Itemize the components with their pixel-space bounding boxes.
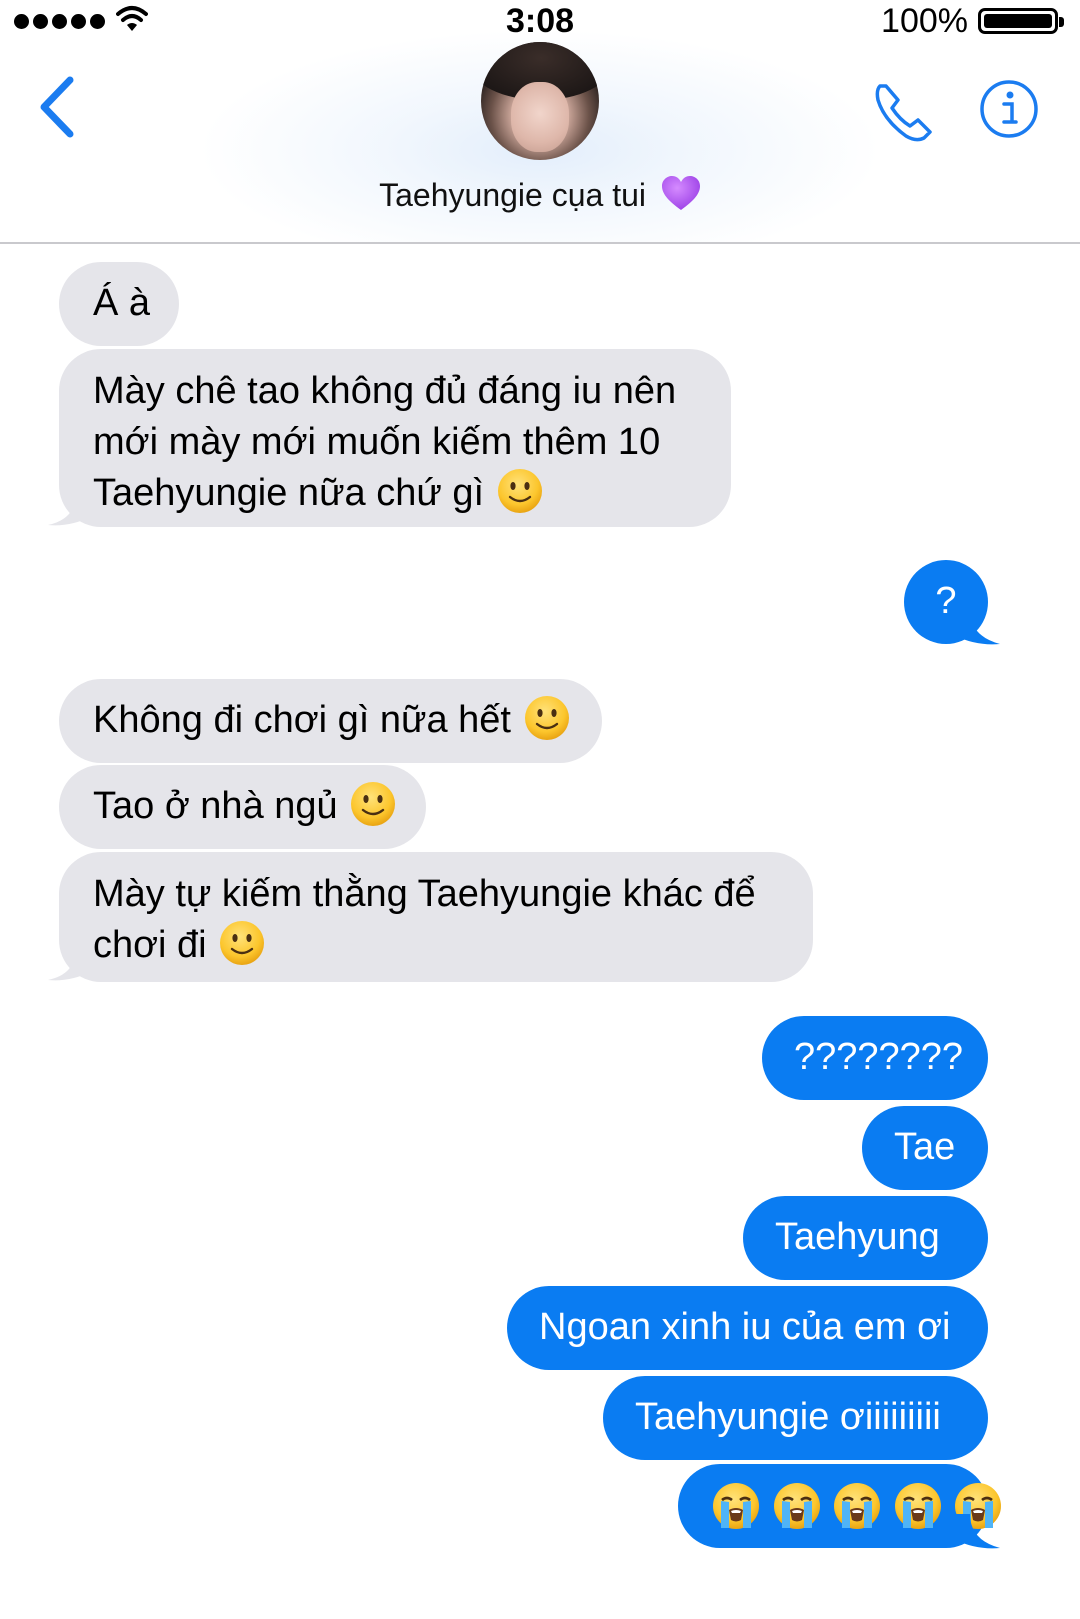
message-text: ????????: [794, 1036, 964, 1078]
message-outgoing[interactable]: Ngoan xinh iu của em ơi: [507, 1286, 988, 1370]
loudly-crying-face-icon: [894, 1483, 941, 1529]
slightly-smiling-face-icon: [497, 469, 542, 513]
message-text: Taehyungie ơiiiiiiiii: [635, 1396, 941, 1438]
message-outgoing[interactable]: Taehyung: [743, 1196, 988, 1280]
message-outgoing[interactable]: [678, 1464, 1002, 1548]
message-text: Tao ở nhà ngủ: [93, 785, 338, 827]
battery-percentage: 100%: [881, 2, 968, 40]
slightly-smiling-face-icon: [351, 782, 396, 826]
purple-heart-icon: [661, 176, 700, 210]
message-text: Không đi chơi gì nữa hết: [93, 699, 511, 741]
loudly-crying-face-icon: [834, 1483, 881, 1529]
loudly-crying-face-icon: [713, 1483, 759, 1529]
message-text: ?: [935, 580, 957, 622]
slightly-smiling-face-icon: [524, 696, 569, 740]
bubble-tail: [48, 948, 90, 981]
message-incoming[interactable]: Á à: [59, 262, 179, 346]
loudly-crying-face-icon: [773, 1483, 820, 1529]
chevron-left-icon[interactable]: [34, 72, 84, 142]
message-text: Taehyung: [775, 1216, 940, 1258]
status-bar: 3:08 100%: [0, 0, 1080, 44]
message-text: Ngoan xinh iu của em ơi: [539, 1306, 951, 1348]
contact-name-label: Taehyungie cụa tui: [379, 177, 646, 213]
message-text: Á à: [93, 282, 151, 324]
phone-icon[interactable]: [872, 80, 936, 144]
message-incoming[interactable]: Tao ở nhà ngủ: [59, 765, 426, 849]
header-divider: [0, 242, 1080, 244]
message-text: Tae: [894, 1126, 956, 1168]
battery-icon: [978, 8, 1064, 34]
contact-avatar[interactable]: [481, 42, 599, 160]
message-text: Mày chê tao không đủ đáng iu nên mới mày…: [93, 370, 677, 514]
info-icon[interactable]: [978, 78, 1040, 140]
message-outgoing[interactable]: ????????: [762, 1016, 988, 1100]
bubble-tail: [956, 1514, 1000, 1549]
slightly-smiling-face-icon: [220, 921, 265, 965]
message-outgoing[interactable]: Taehyungie ơiiiiiiiii: [603, 1376, 988, 1460]
message-text: Mày tự kiếm thằng Taehyungie khác để chơ…: [93, 873, 756, 966]
message-incoming[interactable]: Không đi chơi gì nữa hết: [59, 679, 602, 763]
bubble-tail: [956, 610, 1000, 645]
contact-name[interactable]: Taehyungie cụa tui: [0, 176, 1080, 214]
message-incoming[interactable]: Mày tự kiếm thằng Taehyungie khác để chơ…: [59, 852, 813, 982]
message-outgoing[interactable]: Tae: [862, 1106, 988, 1190]
bubble-tail: [48, 493, 90, 526]
message-incoming[interactable]: Mày chê tao không đủ đáng iu nên mới mày…: [59, 349, 731, 527]
